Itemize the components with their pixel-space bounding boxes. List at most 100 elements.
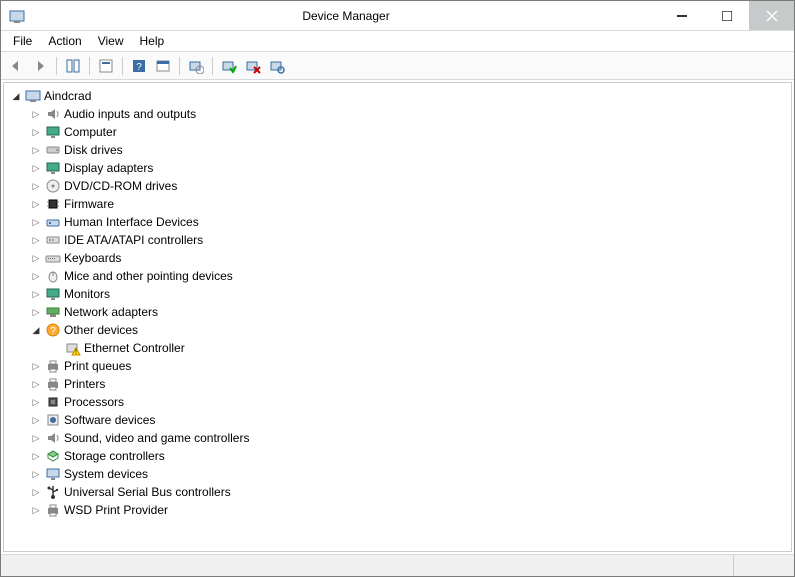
expand-icon[interactable]: ▷ [30, 217, 42, 228]
collapse-icon[interactable]: ◢ [30, 325, 42, 336]
tree-node-label: IDE ATA/ATAPI controllers [64, 233, 203, 247]
chip-icon [45, 196, 61, 212]
tree-node-label: Audio inputs and outputs [64, 107, 196, 121]
expand-icon[interactable]: ▷ [30, 181, 42, 192]
tree-node[interactable]: ▷ DVD/CD-ROM drives [6, 177, 789, 195]
svg-text:!: ! [75, 349, 77, 356]
tree-node[interactable]: ▷Processors [6, 393, 789, 411]
mouse-icon [45, 268, 61, 284]
expand-icon[interactable]: ▷ [30, 415, 42, 426]
expand-icon[interactable]: ▷ [30, 127, 42, 138]
tree-node[interactable]: ▷ Keyboards [6, 249, 789, 267]
tree-node-label: Firmware [64, 197, 114, 211]
disc-icon [45, 178, 61, 194]
tree-node-label: Print queues [64, 359, 131, 373]
network-icon [45, 304, 61, 320]
expand-icon[interactable]: ▷ [30, 505, 42, 516]
scan-hardware-button[interactable] [185, 55, 207, 77]
expand-icon[interactable]: ▷ [30, 361, 42, 372]
show-hide-console-button[interactable] [62, 55, 84, 77]
menu-file[interactable]: File [5, 32, 40, 50]
expand-icon[interactable]: ▷ [30, 307, 42, 318]
tree-node-label: Keyboards [64, 251, 121, 265]
uninstall-device-button[interactable] [242, 55, 264, 77]
expand-icon[interactable]: ▷ [30, 199, 42, 210]
tree-node-label: WSD Print Provider [64, 503, 168, 517]
drive-icon [45, 142, 61, 158]
tree-node[interactable]: ▷ WSD Print Provider [6, 501, 789, 519]
storage-icon [45, 448, 61, 464]
tree-node[interactable]: ◢ Aindcrad [6, 87, 789, 105]
menu-view[interactable]: View [90, 32, 132, 50]
expand-icon[interactable]: ▷ [30, 271, 42, 282]
tree-node[interactable]: ▷System devices [6, 465, 789, 483]
expand-icon[interactable]: ▷ [30, 487, 42, 498]
tree-node[interactable]: ▷Network adapters [6, 303, 789, 321]
software-icon [45, 412, 61, 428]
tree-node[interactable]: ▷ Mice and other pointing devices [6, 267, 789, 285]
expand-icon[interactable]: ▷ [30, 433, 42, 444]
printer-icon [45, 376, 61, 392]
tree-node[interactable]: ▷Storage controllers [6, 447, 789, 465]
tree-node[interactable]: ◢?Other devices [6, 321, 789, 339]
window-title: Device Manager [33, 9, 659, 23]
unknown-icon: ? [45, 322, 61, 338]
properties-button[interactable] [95, 55, 117, 77]
ata-icon [45, 232, 61, 248]
collapse-icon[interactable]: ◢ [10, 91, 22, 102]
expand-icon[interactable]: ▷ [30, 289, 42, 300]
tree-node-label: Aindcrad [44, 89, 91, 103]
computer-icon [25, 88, 41, 104]
cpu-icon [45, 394, 61, 410]
tree-node[interactable]: ▷Computer [6, 123, 789, 141]
hid-icon [45, 214, 61, 230]
tree-node-label: Disk drives [64, 143, 123, 157]
tree-node[interactable]: ▷ Audio inputs and outputs [6, 105, 789, 123]
toolbar: ? [1, 52, 794, 80]
expand-icon[interactable]: ▷ [30, 109, 42, 120]
tree-node[interactable]: ▷Software devices [6, 411, 789, 429]
expand-icon[interactable]: ▷ [30, 469, 42, 480]
expand-icon[interactable]: ▷ [30, 145, 42, 156]
tree-node[interactable]: ▷ Display adapters [6, 159, 789, 177]
tree-node[interactable]: ▷Universal Serial Bus controllers [6, 483, 789, 501]
forward-button[interactable] [29, 55, 51, 77]
device-tree[interactable]: ◢Aindcrad▷Audio inputs and outputs▷Compu… [3, 82, 792, 552]
speaker-icon [45, 106, 61, 122]
tree-node-label: Printers [64, 377, 105, 391]
monitor-icon [45, 286, 61, 302]
help-button[interactable]: ? [128, 55, 150, 77]
expand-icon[interactable]: ▷ [30, 235, 42, 246]
tree-node[interactable]: ▷Monitors [6, 285, 789, 303]
expand-icon[interactable]: ▷ [30, 379, 42, 390]
tree-node[interactable]: ▷ Printers [6, 375, 789, 393]
expand-icon[interactable]: ▷ [30, 397, 42, 408]
tree-node-label: Human Interface Devices [64, 215, 199, 229]
tree-node[interactable]: ▷ Firmware [6, 195, 789, 213]
tree-node[interactable]: ▷ Disk drives [6, 141, 789, 159]
maximize-button[interactable] [704, 1, 749, 30]
warning-icon: ! [65, 340, 81, 356]
tree-node-label: Mice and other pointing devices [64, 269, 233, 283]
printer-icon [45, 502, 61, 518]
tree-node[interactable]: !Ethernet Controller [6, 339, 789, 357]
close-button[interactable] [749, 1, 794, 30]
tree-node[interactable]: ▷Sound, video and game controllers [6, 429, 789, 447]
tree-node-label: DVD/CD-ROM drives [64, 179, 177, 193]
menu-help[interactable]: Help [132, 32, 173, 50]
tree-node[interactable]: ▷ IDE ATA/ATAPI controllers [6, 231, 789, 249]
expand-icon[interactable]: ▷ [30, 253, 42, 264]
expand-icon[interactable]: ▷ [30, 163, 42, 174]
minimize-button[interactable] [659, 1, 704, 30]
menu-action[interactable]: Action [40, 32, 89, 50]
action-button[interactable] [152, 55, 174, 77]
update-driver-button[interactable] [266, 55, 288, 77]
tree-node[interactable]: ▷ Human Interface Devices [6, 213, 789, 231]
tree-node[interactable]: ▷ Print queues [6, 357, 789, 375]
expand-icon[interactable]: ▷ [30, 451, 42, 462]
enable-device-button[interactable] [218, 55, 240, 77]
speaker-icon [45, 430, 61, 446]
statusbar [1, 554, 794, 576]
back-button[interactable] [5, 55, 27, 77]
tree-node-label: Display adapters [64, 161, 153, 175]
